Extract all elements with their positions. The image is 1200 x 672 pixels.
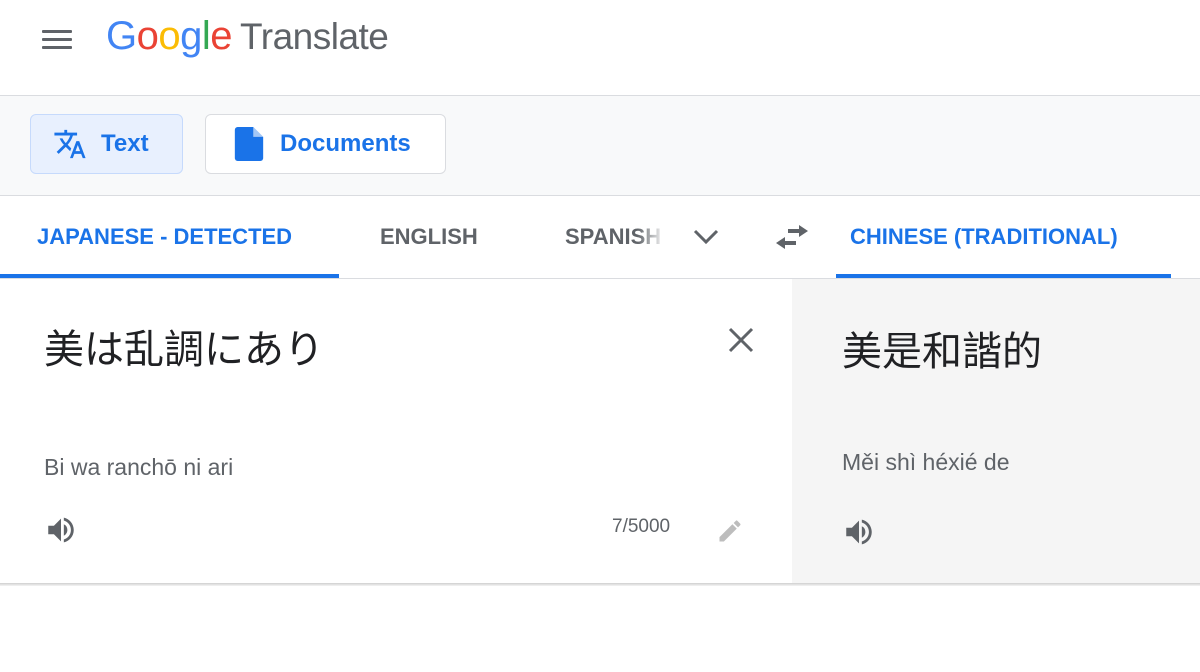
hamburger-menu-icon[interactable] (40, 27, 74, 53)
listen-translation-button[interactable] (838, 511, 880, 553)
translate-icon (53, 127, 87, 161)
document-icon (232, 127, 266, 161)
speaker-icon (846, 519, 872, 545)
swap-languages-button[interactable] (770, 216, 814, 258)
documents-mode-label: Documents (280, 130, 411, 157)
listen-source-button[interactable] (40, 509, 82, 551)
mode-bar: Text Documents (0, 96, 1200, 196)
more-source-languages-button[interactable] (686, 218, 726, 256)
source-panel: 美は乱調にあり Bi wa ranchō ni ari 7/5000 (0, 279, 792, 584)
documents-mode-button[interactable]: Documents (205, 114, 446, 174)
chevron-down-icon (693, 229, 719, 245)
target-transliteration: Měi shì héxié de (842, 449, 1010, 475)
text-mode-label: Text (101, 130, 149, 157)
clear-text-button[interactable] (720, 319, 762, 361)
product-name: Translate (240, 16, 389, 57)
active-tab-indicator (836, 274, 1171, 278)
pencil-icon (719, 520, 741, 542)
source-lang-tab-english[interactable]: ENGLISH (380, 196, 478, 278)
source-transliteration: Bi wa ranchō ni ari (44, 454, 234, 480)
app-header: Google Translate (0, 0, 1200, 96)
source-lang-tab-japanese[interactable]: JAPANESE - DETECTED (0, 196, 339, 278)
logo-letter: o (136, 14, 159, 58)
text-mode-button[interactable]: Text (30, 114, 183, 174)
logo-letter: G (106, 14, 137, 58)
logo-letter: g (180, 14, 202, 58)
logo-letter: e (210, 14, 233, 58)
language-bar: JAPANESE - DETECTED ENGLISH SPANISH CHIN… (0, 196, 1200, 279)
edit-button[interactable] (710, 511, 750, 551)
source-text-input[interactable]: 美は乱調にあり (44, 317, 324, 375)
source-lang-label: ENGLISH (380, 224, 478, 249)
brand-logo[interactable]: Google Translate (106, 14, 389, 64)
translated-text: 美是和諧的 (842, 329, 1042, 375)
panel-shadow (0, 583, 1200, 586)
active-tab-indicator (0, 274, 339, 278)
speaker-icon (48, 517, 74, 543)
logo-letter: o (158, 14, 181, 58)
logo-letter: l (201, 14, 211, 58)
tab-fade (637, 196, 665, 278)
character-count: 7/5000 (612, 516, 671, 537)
source-lang-tab-spanish[interactable]: SPANISH (565, 196, 665, 278)
target-panel: 美是和諧的 Měi shì héxié de (792, 279, 1200, 584)
target-lang-label: CHINESE (TRADITIONAL) (850, 224, 1118, 249)
source-lang-label: JAPANESE - DETECTED (37, 224, 293, 249)
target-lang-tab-chinese-traditional[interactable]: CHINESE (TRADITIONAL) (836, 196, 1171, 278)
swap-icon (776, 225, 808, 249)
close-icon (728, 327, 754, 353)
google-logo: Google (106, 14, 233, 59)
